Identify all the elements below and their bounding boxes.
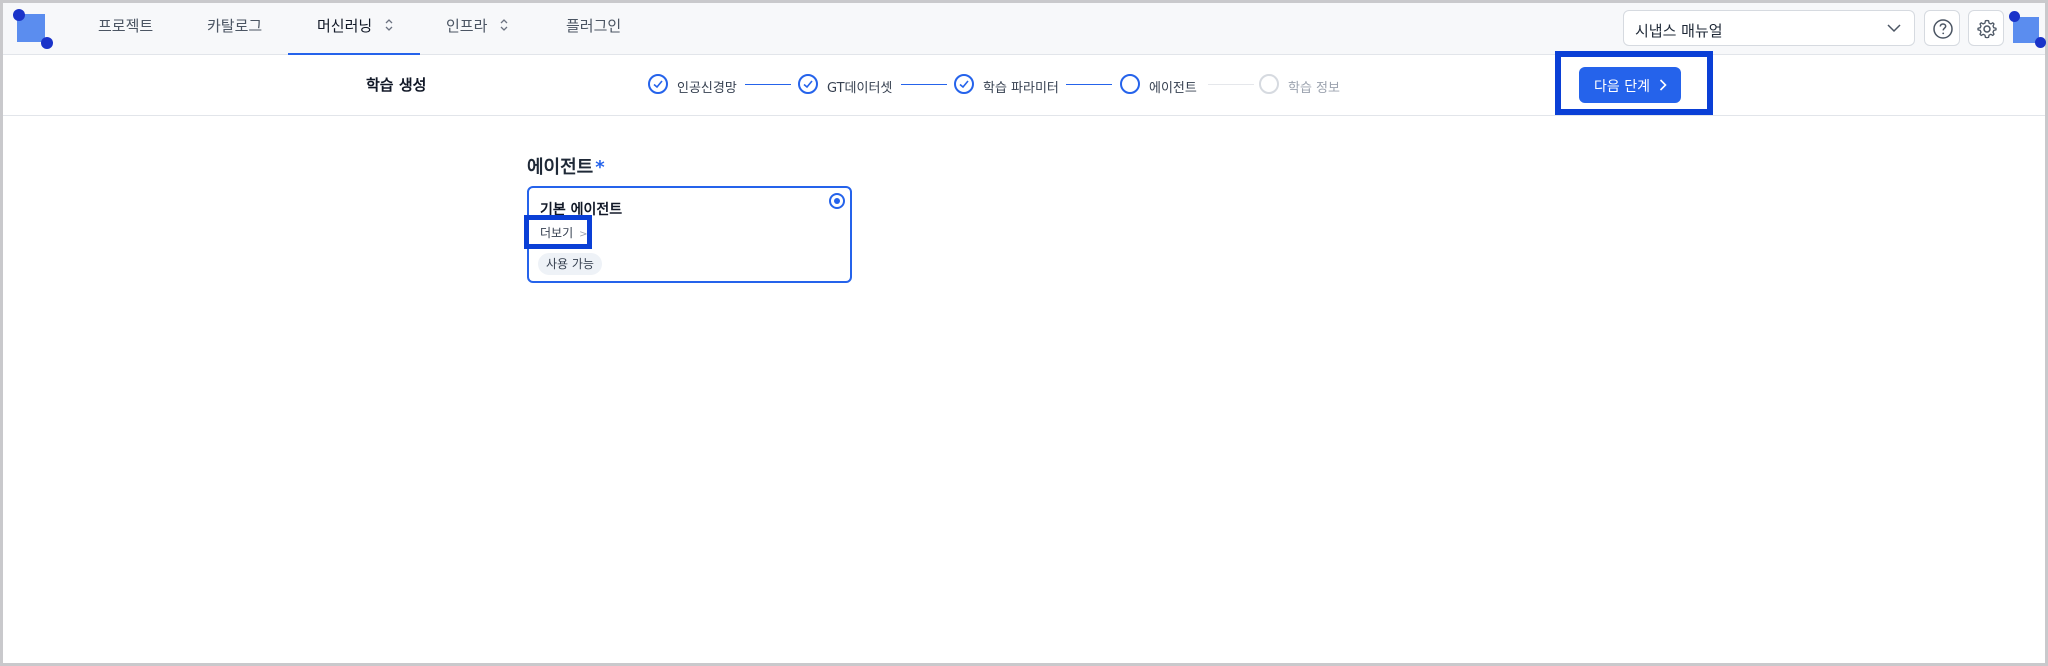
agent-radio[interactable] <box>829 193 845 209</box>
nav-item-projects[interactable]: 프로젝트 <box>98 3 153 55</box>
step-label: 학습 정보 <box>1288 81 1340 96</box>
app-logo[interactable] <box>13 9 53 49</box>
section-label: 에이전트 * <box>527 153 605 179</box>
manual-select[interactable]: 시냅스 매뉴얼 <box>1623 10 1915 46</box>
next-step-label: 다음 단계 <box>1594 79 1650 95</box>
check-icon <box>798 74 818 94</box>
page-title: 학습 생성 <box>366 76 427 94</box>
manual-select-value: 시냅스 매뉴얼 <box>1635 22 1723 40</box>
nav-item-plugins[interactable]: 플러그인 <box>566 3 621 55</box>
nav-item-machine-learning[interactable]: 머신러닝 <box>288 3 420 55</box>
step-label: GT데이터셋 <box>827 81 893 96</box>
nav-item-label: 인프라 <box>446 17 488 35</box>
nav-item-label: 프로젝트 <box>98 17 154 35</box>
check-icon <box>648 74 668 94</box>
avatar[interactable] <box>2009 11 2046 48</box>
gear-icon <box>1977 19 1997 39</box>
check-icon <box>954 74 974 94</box>
step-bar: 학습 생성 인공신경망 GT데이터셋 학습 파라미터 에이전트 학습 정보 다음… <box>3 51 2045 116</box>
step-label: 에이전트 <box>1149 81 1197 96</box>
help-button[interactable] <box>1924 10 1960 46</box>
chevron-up-down-icon <box>385 19 393 34</box>
section-label-text: 에이전트 <box>527 157 594 178</box>
nav-item-infra[interactable]: 인프라 <box>446 3 508 55</box>
top-nav: 프로젝트 카탈로그 머신러닝 인프라 플러그인 시냅스 매뉴얼 <box>3 3 2046 55</box>
step-connector <box>1066 84 1112 85</box>
step-connector <box>1208 84 1254 85</box>
current-step-icon <box>1120 74 1140 94</box>
nav-item-label: 플러그인 <box>566 17 622 35</box>
nav-item-catalog[interactable]: 카탈로그 <box>207 3 262 55</box>
settings-button[interactable] <box>1968 10 2004 46</box>
chevron-down-icon <box>1887 24 1901 33</box>
next-step-button[interactable]: 다음 단계 <box>1579 67 1681 103</box>
step-connector <box>745 84 791 85</box>
step-label: 학습 파라미터 <box>983 81 1059 96</box>
chevron-up-down-icon <box>500 19 508 34</box>
agent-card[interactable]: 기본 에이전트 더보기 > 사용 가능 <box>524 186 852 283</box>
nav-item-label: 카탈로그 <box>207 17 263 35</box>
chevron-right-icon <box>1659 79 1667 91</box>
pending-step-icon <box>1259 74 1279 94</box>
more-link-highlight <box>524 215 592 249</box>
step-label: 인공신경망 <box>677 81 737 96</box>
radio-selected-dot <box>834 198 840 204</box>
status-badge: 사용 가능 <box>538 253 602 275</box>
required-mark: * <box>595 157 605 178</box>
nav-item-label: 머신러닝 <box>317 17 373 35</box>
help-icon <box>1933 19 1953 39</box>
step-connector <box>901 84 947 85</box>
